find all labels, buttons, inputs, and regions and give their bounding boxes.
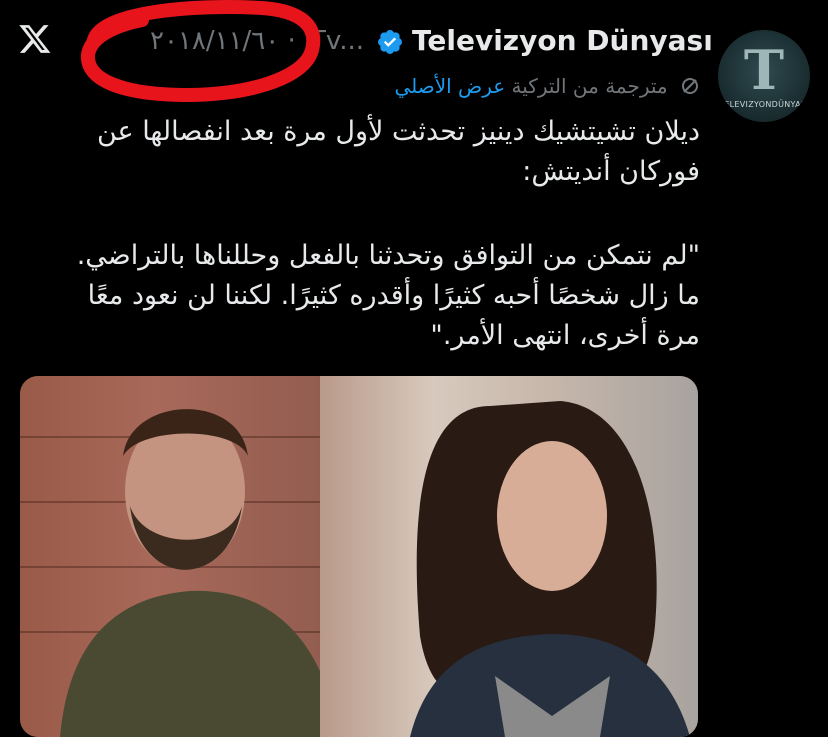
tweet-media-image[interactable] bbox=[20, 376, 698, 737]
tweet-paragraph-2: "لم نتمكن من التوافق وتحدثنا بالفعل وحلل… bbox=[10, 236, 700, 356]
woman-silhouette bbox=[410, 401, 690, 737]
photo-man-portrait bbox=[20, 376, 360, 737]
man-silhouette bbox=[60, 409, 340, 737]
tweet-line: فوركان أنديتش: bbox=[522, 156, 700, 187]
avatar-logo-letter: T bbox=[743, 38, 785, 102]
tweet-line: ما زال شخصًا أحبه كثيرًا وأقدره كثيرًا. … bbox=[87, 280, 700, 311]
tweet-date[interactable]: ٢٠١٨/١١/٦٠ · bbox=[150, 26, 296, 56]
account-name[interactable]: Televizyon Dünyası bbox=[412, 24, 713, 57]
avatar-logo-caption: TELEVIZYONDÜNYASI bbox=[719, 100, 809, 109]
tweet-line: "لم نتمكن من التوافق وتحدثنا بالفعل وحلل… bbox=[76, 240, 700, 271]
account-handle[interactable]: Tv... bbox=[310, 26, 364, 56]
verified-badge-icon bbox=[378, 30, 402, 54]
translation-row: مترجمة من التركية عرض الأصلي bbox=[382, 74, 700, 98]
translate-icon bbox=[682, 78, 698, 94]
x-logo-icon[interactable] bbox=[18, 22, 52, 56]
tweet-line: ديلان تشيتشيك دينيز تحدثت لأول مرة بعد ا… bbox=[96, 116, 700, 147]
tweet-paragraph-1: ديلان تشيتشيك دينيز تحدثت لأول مرة بعد ا… bbox=[10, 112, 700, 192]
tweet-line: مرة أخرى، انتهى الأمر." bbox=[430, 320, 700, 351]
avatar[interactable]: T TELEVIZYONDÜNYASI bbox=[718, 30, 810, 122]
translated-from-label: مترجمة من التركية bbox=[511, 74, 668, 98]
show-original-link[interactable]: عرض الأصلي bbox=[394, 74, 505, 98]
photo-woman-portrait bbox=[320, 376, 698, 737]
